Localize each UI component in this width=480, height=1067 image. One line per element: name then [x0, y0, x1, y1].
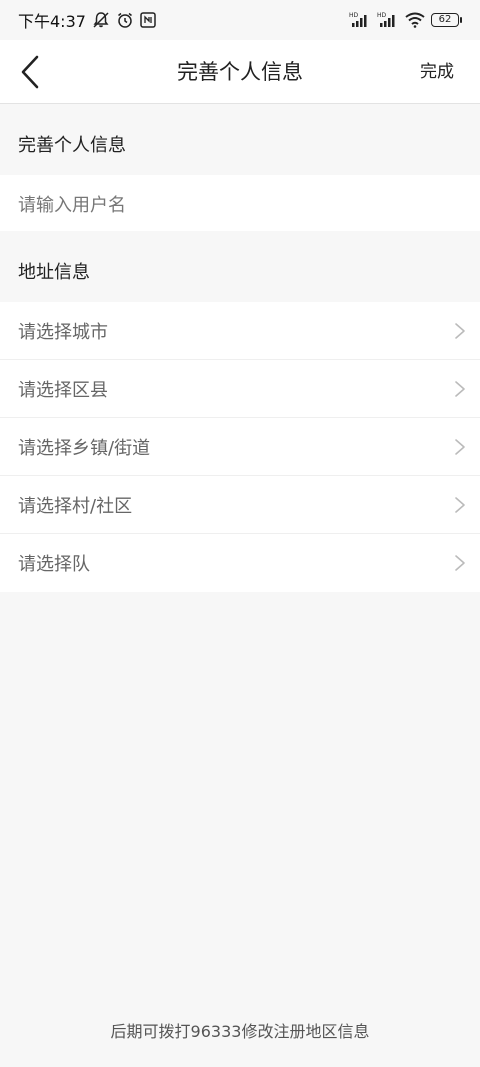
- back-button[interactable]: [10, 50, 50, 94]
- select-district-row[interactable]: 请选择区县: [0, 360, 480, 418]
- chevron-right-icon: [455, 322, 465, 339]
- hd-label-2: HD: [377, 12, 387, 19]
- page-title: 完善个人信息: [177, 60, 303, 84]
- signal-1-icon: HD: [349, 12, 371, 28]
- chevron-right-icon: [455, 496, 465, 513]
- section-header-address: 地址信息: [0, 231, 480, 302]
- section-header-personal: 完善个人信息: [0, 104, 480, 175]
- select-team-row[interactable]: 请选择队: [0, 534, 480, 592]
- chevron-right-icon: [455, 380, 465, 397]
- bell-muted-icon: [92, 11, 110, 29]
- hd-label-1: HD: [349, 12, 359, 19]
- nfc-icon: [140, 12, 156, 28]
- chevron-right-icon: [455, 438, 465, 455]
- row-label: 请选择村/社区: [18, 495, 133, 517]
- username-placeholder: 请输入用户名: [18, 195, 126, 216]
- status-bar: 下午4:37 HD HD 62: [0, 0, 480, 40]
- row-label: 请选择区县: [18, 379, 108, 401]
- select-village-row[interactable]: 请选择村/社区: [0, 476, 480, 534]
- select-city-row[interactable]: 请选择城市: [0, 302, 480, 360]
- battery-level: 62: [431, 13, 459, 27]
- footer-note: 后期可拨打96333修改注册地区信息: [110, 1022, 370, 1041]
- row-label: 请选择队: [18, 554, 90, 575]
- status-left: 下午4:37: [18, 8, 156, 32]
- done-button[interactable]: 完成: [420, 40, 454, 104]
- chevron-right-icon: [455, 555, 465, 571]
- username-input[interactable]: 请输入用户名: [0, 175, 480, 233]
- chevron-left-icon: [21, 55, 39, 89]
- select-town-row[interactable]: 请选择乡镇/街道: [0, 418, 480, 476]
- battery-icon: 62: [431, 13, 462, 27]
- status-right: HD HD 62: [349, 12, 462, 28]
- nav-bar: 完善个人信息 完成: [0, 40, 480, 104]
- row-label: 请选择城市: [18, 321, 108, 343]
- wifi-icon: [405, 12, 425, 28]
- status-time: 下午4:37: [18, 12, 86, 31]
- row-label: 请选择乡镇/街道: [18, 437, 151, 459]
- signal-2-icon: HD: [377, 12, 399, 28]
- alarm-clock-icon: [116, 11, 134, 29]
